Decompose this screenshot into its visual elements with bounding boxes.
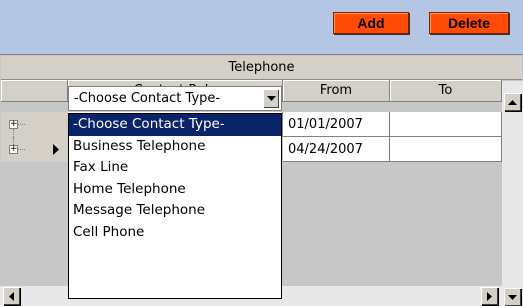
triangle-right-icon [487,291,492,301]
dropdown-option[interactable]: Fax Line [69,157,281,179]
column-header-to[interactable]: To [390,80,502,102]
scroll-right-button[interactable] [481,287,498,305]
expand-icon[interactable]: + [9,145,18,154]
triangle-left-icon [9,291,14,301]
scroll-left-button[interactable] [3,287,20,305]
triangle-down-icon [508,294,517,300]
add-button[interactable]: Add [333,12,409,34]
dropdown-option[interactable]: Home Telephone [69,179,281,201]
dropdown-option[interactable]: Business Telephone [69,136,281,158]
triangle-down-icon [266,96,276,101]
cell-from[interactable]: 04/24/2007 [283,137,390,162]
cell-to[interactable] [390,137,502,162]
cell-to[interactable] [390,112,502,137]
dropdown-option[interactable]: -Choose Contact Type- [69,114,281,136]
cell-from[interactable]: 01/01/2007 [283,112,390,137]
grid-caption: Telephone [1,56,522,80]
contact-type-select[interactable]: -Choose Contact Type- [68,86,282,111]
tree-line [18,149,25,150]
tree-line [13,129,14,137]
row-pointer-icon [53,144,59,155]
scroll-down-button[interactable] [504,288,521,306]
header-spacer [1,80,68,102]
delete-button[interactable]: Delete [429,12,509,34]
column-header-from[interactable]: From [283,80,390,102]
dropdown-arrow-button[interactable] [263,89,279,108]
contact-type-select-value: -Choose Contact Type- [74,91,221,106]
row-header: + [1,137,68,162]
triangle-up-icon [508,99,517,105]
dropdown-option[interactable]: Message Telephone [69,200,281,222]
contact-type-dropdown-list: -Choose Contact Type- Business Telephone… [68,113,282,299]
row-header: + [1,112,68,137]
dropdown-option[interactable]: Cell Phone [69,222,281,244]
tree-line [18,124,25,125]
expand-icon[interactable]: + [9,120,18,129]
vertical-scrollbar[interactable] [502,81,523,306]
scroll-up-button[interactable] [504,93,521,111]
